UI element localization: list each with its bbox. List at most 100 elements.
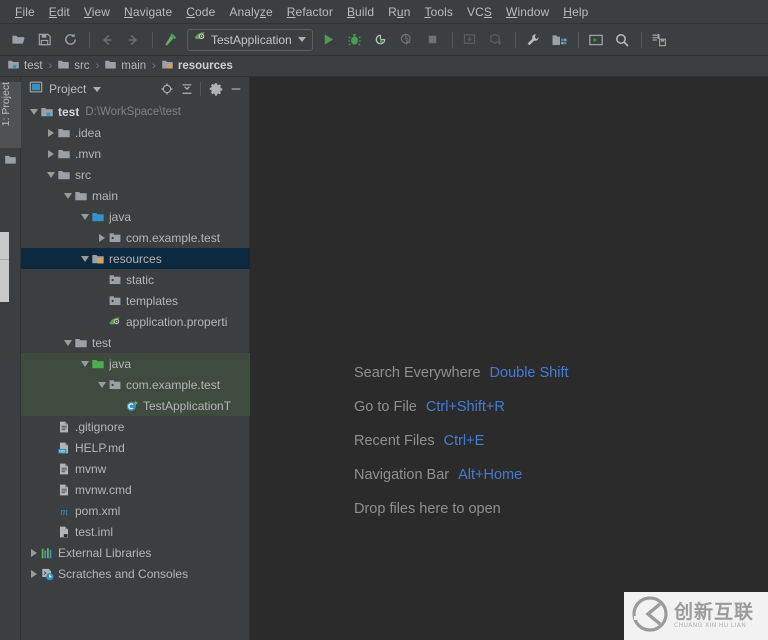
run-configuration-selector[interactable]: TestApplication bbox=[187, 29, 313, 51]
navigate-back-icon[interactable] bbox=[95, 28, 119, 52]
tree-node-main[interactable]: main bbox=[21, 185, 250, 206]
collapse-all-icon[interactable] bbox=[178, 80, 196, 98]
breadcrumb-item-src[interactable]: src bbox=[57, 58, 89, 74]
tree-node-java[interactable]: java bbox=[21, 353, 250, 374]
folder-icon[interactable] bbox=[4, 153, 17, 171]
menu-item-run[interactable]: Run bbox=[381, 3, 417, 21]
minimize-icon[interactable] bbox=[227, 80, 245, 98]
editor-empty-area: Search EverywhereDouble ShiftGo to FileC… bbox=[250, 77, 768, 640]
project-structure-icon[interactable] bbox=[547, 28, 571, 52]
tree-node-java[interactable]: java bbox=[21, 206, 250, 227]
menu-item-file[interactable]: File bbox=[8, 3, 42, 21]
settings-wrench-icon[interactable] bbox=[521, 28, 545, 52]
menu-item-vcs[interactable]: VCS bbox=[460, 3, 499, 21]
chevron-down-icon[interactable] bbox=[298, 37, 306, 42]
project-panel-header: Project bbox=[21, 77, 249, 101]
chevron-right-icon[interactable] bbox=[27, 549, 40, 557]
terminal-icon[interactable] bbox=[584, 28, 608, 52]
shortcut-key: Alt+Home bbox=[458, 467, 522, 483]
chevron-right-icon[interactable] bbox=[44, 150, 57, 158]
tree-node-help-md[interactable]: MDHELP.md bbox=[21, 437, 250, 458]
locate-icon[interactable] bbox=[158, 80, 176, 98]
tree-node-mvnw[interactable]: mvnw bbox=[21, 458, 250, 479]
run-configuration-name: TestApplication bbox=[211, 33, 292, 47]
menu-item-view[interactable]: View bbox=[77, 3, 117, 21]
sync-icon[interactable] bbox=[58, 28, 82, 52]
tree-node-static[interactable]: static bbox=[21, 269, 250, 290]
tree-node-test-iml[interactable]: test.iml bbox=[21, 521, 250, 542]
gear-icon[interactable] bbox=[207, 80, 225, 98]
breadcrumb-separator: › bbox=[152, 60, 156, 72]
tree-node-src[interactable]: src bbox=[21, 164, 250, 185]
menu-item-code[interactable]: Code bbox=[179, 3, 222, 21]
chevron-down-icon[interactable] bbox=[27, 109, 40, 115]
stop-icon[interactable] bbox=[421, 28, 445, 52]
chevron-down-icon[interactable] bbox=[61, 193, 74, 199]
tree-node-com-example-test[interactable]: com.example.test bbox=[21, 374, 250, 395]
breadcrumb-item-main[interactable]: main bbox=[104, 58, 146, 74]
chevron-down-icon[interactable] bbox=[93, 87, 101, 92]
watermark-overlay: 创新互联 CHUANG XIN HU LIAN bbox=[624, 592, 768, 640]
breadcrumb-item-resources[interactable]: resources bbox=[161, 58, 233, 74]
vertical-scrollbar-thumb[interactable] bbox=[0, 232, 9, 302]
breadcrumb-label: src bbox=[74, 60, 89, 72]
menu-item-help[interactable]: Help bbox=[556, 3, 595, 21]
menu-item-window[interactable]: Window bbox=[499, 3, 556, 21]
toolbar-separator bbox=[452, 32, 453, 48]
tree-node--mvn[interactable]: .mvn bbox=[21, 143, 250, 164]
run-icon[interactable] bbox=[317, 28, 341, 52]
tree-node-resources[interactable]: resources bbox=[21, 248, 250, 269]
build-hammer-icon[interactable] bbox=[158, 28, 182, 52]
tree-node--idea[interactable]: .idea bbox=[21, 122, 250, 143]
chevron-right-icon[interactable] bbox=[44, 129, 57, 137]
menu-item-analyze[interactable]: Analyze bbox=[222, 3, 279, 21]
tree-node-mvnw-cmd[interactable]: mvnw.cmd bbox=[21, 479, 250, 500]
shortcut-name: Go to File bbox=[354, 399, 417, 415]
chevron-down-icon[interactable] bbox=[78, 361, 91, 367]
tree-node-test[interactable]: testD:\WorkSpace\test bbox=[21, 101, 250, 122]
tree-node--gitignore[interactable]: .gitignore bbox=[21, 416, 250, 437]
package-icon bbox=[108, 294, 122, 308]
chevron-right-icon[interactable] bbox=[27, 570, 40, 578]
breadcrumb-item-test[interactable]: test bbox=[7, 58, 43, 74]
tree-node-testapplicationt[interactable]: TestApplicationT bbox=[21, 395, 250, 416]
chevron-down-icon[interactable] bbox=[78, 214, 91, 220]
save-all-icon[interactable] bbox=[32, 28, 56, 52]
update-project-icon[interactable] bbox=[458, 28, 482, 52]
tree-node-external-libraries[interactable]: External Libraries bbox=[21, 542, 250, 563]
menu-item-navigate[interactable]: Navigate bbox=[117, 3, 179, 21]
menu-item-refactor[interactable]: Refactor bbox=[280, 3, 340, 21]
menu-item-build[interactable]: Build bbox=[340, 3, 381, 21]
chevron-down-icon[interactable] bbox=[95, 382, 108, 388]
tree-node-application-properti[interactable]: application.properti bbox=[21, 311, 250, 332]
menu-bar: FileEditViewNavigateCodeAnalyzeRefactorB… bbox=[0, 0, 768, 24]
tree-node-test[interactable]: test bbox=[21, 332, 250, 353]
shortcut-name: Search Everywhere bbox=[354, 365, 481, 381]
tree-node-scratches-and-consoles[interactable]: Scratches and Consoles bbox=[21, 563, 250, 584]
debug-icon[interactable] bbox=[343, 28, 367, 52]
open-folder-icon[interactable] bbox=[6, 28, 30, 52]
navigate-forward-icon[interactable] bbox=[121, 28, 145, 52]
tree-node-templates[interactable]: templates bbox=[21, 290, 250, 311]
run-with-coverage-icon[interactable] bbox=[369, 28, 393, 52]
chevron-right-icon[interactable] bbox=[95, 234, 108, 242]
profiler-icon[interactable] bbox=[395, 28, 419, 52]
tree-node-com-example-test[interactable]: com.example.test bbox=[21, 227, 250, 248]
resources-root-icon bbox=[91, 252, 105, 266]
menu-item-edit[interactable]: Edit bbox=[42, 3, 77, 21]
chevron-down-icon[interactable] bbox=[78, 256, 91, 262]
sidebar-item-project[interactable]: 1: Project bbox=[0, 82, 21, 148]
get-from-vcs-icon[interactable] bbox=[484, 28, 508, 52]
chevron-down-icon[interactable] bbox=[61, 340, 74, 346]
project-tree[interactable]: testD:\WorkSpace\test.idea.mvnsrcmainjav… bbox=[21, 101, 250, 640]
chevron-down-icon[interactable] bbox=[44, 172, 57, 178]
folder-icon bbox=[74, 189, 88, 203]
database-icon[interactable] bbox=[647, 28, 671, 52]
menu-item-tools[interactable]: Tools bbox=[417, 3, 460, 21]
tree-node-pom-xml[interactable]: mpom.xml bbox=[21, 500, 250, 521]
package-icon bbox=[108, 378, 122, 392]
tree-node-label: resources bbox=[109, 252, 162, 266]
shortcut-hint-search-everywhere: Search EverywhereDouble Shift bbox=[354, 365, 569, 399]
maven-icon: m bbox=[57, 504, 71, 518]
search-icon[interactable] bbox=[610, 28, 634, 52]
